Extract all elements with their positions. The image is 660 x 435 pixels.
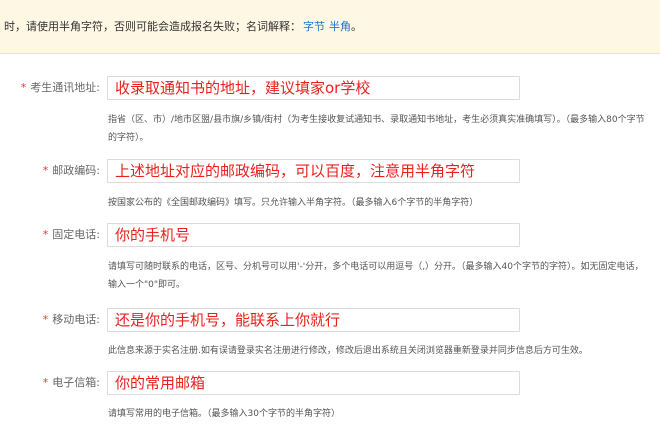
mobile-label: * 移动电话:: [0, 308, 100, 332]
notice-end: 。: [351, 20, 362, 33]
postcode-input[interactable]: 上述地址对应的邮政编码，可以百度，注意用半角字符: [107, 159, 520, 183]
postcode-hint: 按国家公布的《全国邮政编码》填写。只允许输入半角字符。（最多输入6个字节的半角字…: [108, 198, 479, 208]
required-mark: *: [42, 228, 49, 241]
required-mark: *: [42, 376, 49, 389]
email-input[interactable]: 你的常用邮箱: [107, 371, 520, 395]
mobile-hint: 此信息来源于实名注册.如有误请登录实名注册进行修改，修改后退出系统且关闭浏览器重…: [108, 346, 588, 356]
landline-input[interactable]: 你的手机号: [107, 223, 520, 247]
landline-label: * 固定电话:: [0, 223, 100, 247]
address-input[interactable]: 收录取通知书的地址，建议填家or学校: [107, 76, 520, 100]
address-label-text: 考生通讯地址:: [30, 81, 100, 94]
email-label-text: 电子信箱:: [52, 376, 100, 389]
email-hint: 请填写常用的电子信箱。（最多输入30个字节的半角字符）: [108, 409, 340, 419]
landline-hint: 请填写可随时联系的电话，区号、分机号可以用'-'分开，多个电话可以用逗号（,）分…: [108, 262, 644, 290]
required-mark: *: [20, 81, 27, 94]
required-mark: *: [42, 164, 49, 177]
mobile-input[interactable]: 还是你的手机号，能联系上你就行: [107, 308, 520, 332]
mobile-label-text: 移动电话:: [52, 313, 100, 326]
landline-label-text: 固定电话:: [52, 228, 100, 241]
address-hint: 指省（区、市）/地市区盟/县市旗/乡镇/街村（为考生接收复试通知书、录取通知书地…: [108, 115, 645, 143]
postcode-label: * 邮政编码:: [0, 159, 100, 183]
halfwidth-term-link[interactable]: 半角: [329, 20, 351, 33]
notice-text: 时，请使用半角字符，否则可能会造成报名失败；名词解释：: [4, 20, 301, 33]
notice-banner: 时，请使用半角字符，否则可能会造成报名失败；名词解释： 字节 半角。: [0, 0, 660, 54]
byte-term-link[interactable]: 字节: [303, 20, 325, 33]
postcode-label-text: 邮政编码:: [52, 164, 100, 177]
email-label: * 电子信箱:: [0, 371, 100, 395]
address-label: * 考生通讯地址:: [0, 76, 100, 100]
required-mark: *: [42, 313, 49, 326]
